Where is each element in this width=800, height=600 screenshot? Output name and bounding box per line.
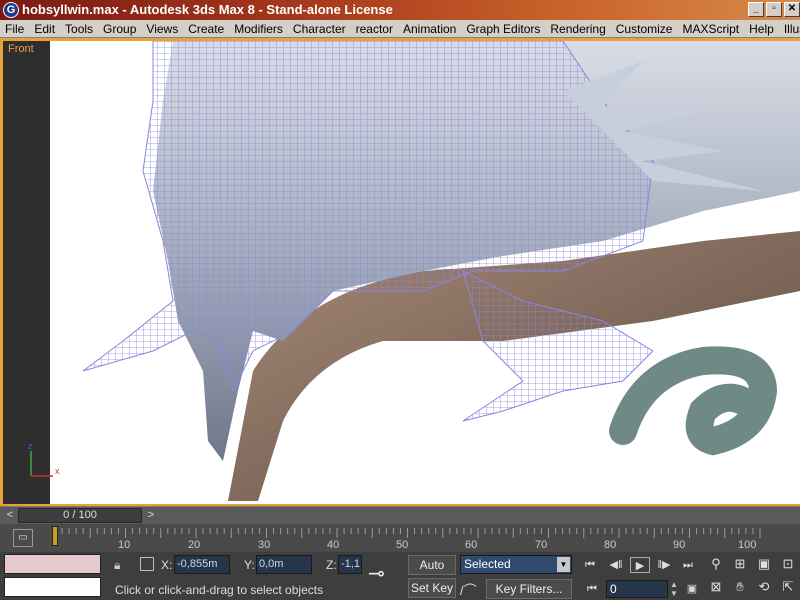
pan-hand-icon[interactable]: ✋︎ <box>730 577 750 597</box>
y-coord-field[interactable]: 0,0m <box>256 555 312 574</box>
dragon-scene[interactable]: z x <box>3 41 800 504</box>
go-to-start-icon[interactable]: ⏮ <box>580 557 600 573</box>
tick-label: 100 <box>738 539 756 551</box>
chevron-down-icon[interactable]: ▼ <box>557 557 570 572</box>
time-prev-arrow-icon[interactable]: < <box>2 508 18 523</box>
go-to-end-icon[interactable]: ⏭ <box>678 557 698 573</box>
zoom-extents-all-icon[interactable]: ⊡ <box>778 554 798 574</box>
menu-graph-editors[interactable]: Graph Editors <box>461 20 545 38</box>
menu-maxscript[interactable]: MAXScript <box>677 20 744 38</box>
status-bar: 🔒︎ X: -0,855m Y: 0,0m Z: -1,1 Click or c… <box>0 552 800 600</box>
next-frame-icon[interactable]: ‖▶ <box>654 557 674 573</box>
arc-rotate-icon[interactable]: ⟲ <box>754 577 774 597</box>
zoom-all-icon[interactable]: ⊞ <box>730 554 750 574</box>
axis-z-label: z <box>28 441 33 451</box>
maxscript-input-mini[interactable] <box>4 577 101 597</box>
menu-views[interactable]: Views <box>141 20 183 38</box>
tail-coil <box>609 346 778 456</box>
time-slider-thumb[interactable]: 0 / 100 <box>18 508 142 523</box>
y-label: Y: <box>244 558 255 572</box>
time-next-arrow-icon[interactable]: > <box>143 508 159 523</box>
tick-label: 70 <box>535 539 547 551</box>
x-label: X: <box>161 558 173 572</box>
dropdown-value: Selected <box>464 557 511 571</box>
axis-tripod: z x <box>28 441 60 477</box>
zoom-extents-icon[interactable]: ▣ <box>754 554 774 574</box>
time-slider[interactable]: < 0 / 100 > <box>0 506 800 524</box>
x-coord-field[interactable]: -0,855m <box>174 555 230 574</box>
track-bar[interactable]: ▭ 10 20 30 40 50 60 70 80 90 100 <box>0 524 800 552</box>
tangent-type-icon[interactable]: /⌒ <box>460 580 482 598</box>
maximize-button[interactable]: ▫ <box>766 2 782 17</box>
tick-label: 80 <box>604 539 616 551</box>
set-key-button[interactable]: Set Key <box>408 578 456 598</box>
time-configuration-icon[interactable]: ▣ <box>682 581 702 597</box>
tick-label: 90 <box>673 539 685 551</box>
app-window: G hobsyllwin.max - Autodesk 3ds Max 8 - … <box>0 0 800 600</box>
menu-bar: File Edit Tools Group Views Create Modif… <box>0 20 800 38</box>
menu-tools[interactable]: Tools <box>60 20 98 38</box>
menu-modifiers[interactable]: Modifiers <box>229 20 288 38</box>
tick-label: 60 <box>465 539 477 551</box>
previous-frame-icon[interactable]: ◀‖ <box>606 557 626 573</box>
region-zoom-icon[interactable]: ⊠ <box>706 577 726 597</box>
menu-character[interactable]: Character <box>288 20 351 38</box>
frame-spinner-icon[interactable]: ▲ ▼ <box>670 580 678 598</box>
viewport-label[interactable]: Front <box>8 43 34 55</box>
maxscript-listener-mini[interactable] <box>4 554 101 574</box>
key-icon: ⊸ <box>368 563 385 585</box>
absolute-mode-icon[interactable] <box>140 557 154 571</box>
key-mode-toggle-icon[interactable]: ⏮ <box>582 581 602 597</box>
tick-label: 50 <box>396 539 408 551</box>
menu-illustrate[interactable]: Illustrate! <box>779 20 800 38</box>
lock-icon[interactable]: 🔒︎ <box>114 558 126 572</box>
tick-label: 30 <box>258 539 270 551</box>
menu-animation[interactable]: Animation <box>398 20 461 38</box>
menu-reactor[interactable]: reactor <box>351 20 398 38</box>
title-bar[interactable]: G hobsyllwin.max - Autodesk 3ds Max 8 - … <box>0 0 800 20</box>
menu-edit[interactable]: Edit <box>29 20 60 38</box>
menu-create[interactable]: Create <box>183 20 229 38</box>
play-icon[interactable]: ▶ <box>630 557 650 573</box>
menu-customize[interactable]: Customize <box>611 20 678 38</box>
zoom-icon[interactable]: ⚲ <box>706 554 726 574</box>
window-title: hobsyllwin.max - Autodesk 3ds Max 8 - St… <box>22 2 393 17</box>
selection-set-dropdown[interactable]: Selected ▼ <box>460 555 572 574</box>
close-button[interactable]: ✕ <box>784 2 800 17</box>
axis-x-label: x <box>55 466 60 476</box>
z-label: Z: <box>326 558 337 572</box>
menu-rendering[interactable]: Rendering <box>545 20 610 38</box>
menu-group[interactable]: Group <box>98 20 141 38</box>
track-ruler: 10 20 30 40 50 60 70 80 90 100 <box>54 528 761 551</box>
minimize-button[interactable]: _ <box>748 2 764 17</box>
tick-label: 40 <box>327 539 339 551</box>
menu-help[interactable]: Help <box>744 20 779 38</box>
menu-file[interactable]: File <box>0 20 29 38</box>
auto-key-button[interactable]: Auto Key <box>408 555 456 590</box>
3ds-max-logo-icon[interactable]: G <box>3 2 19 18</box>
current-frame-marker[interactable] <box>52 526 58 546</box>
front-viewport[interactable]: z x Front <box>3 41 800 504</box>
status-prompt: Click or click-and-drag to select object… <box>115 583 324 597</box>
maximize-viewport-icon[interactable]: ⇱ <box>778 577 798 597</box>
tick-label: 20 <box>188 539 200 551</box>
tick-label: 10 <box>118 539 130 551</box>
current-frame-field[interactable]: 0 <box>606 580 668 598</box>
z-coord-field[interactable]: -1,1 <box>338 555 362 574</box>
key-filters-button[interactable]: Key Filters... <box>486 579 572 599</box>
